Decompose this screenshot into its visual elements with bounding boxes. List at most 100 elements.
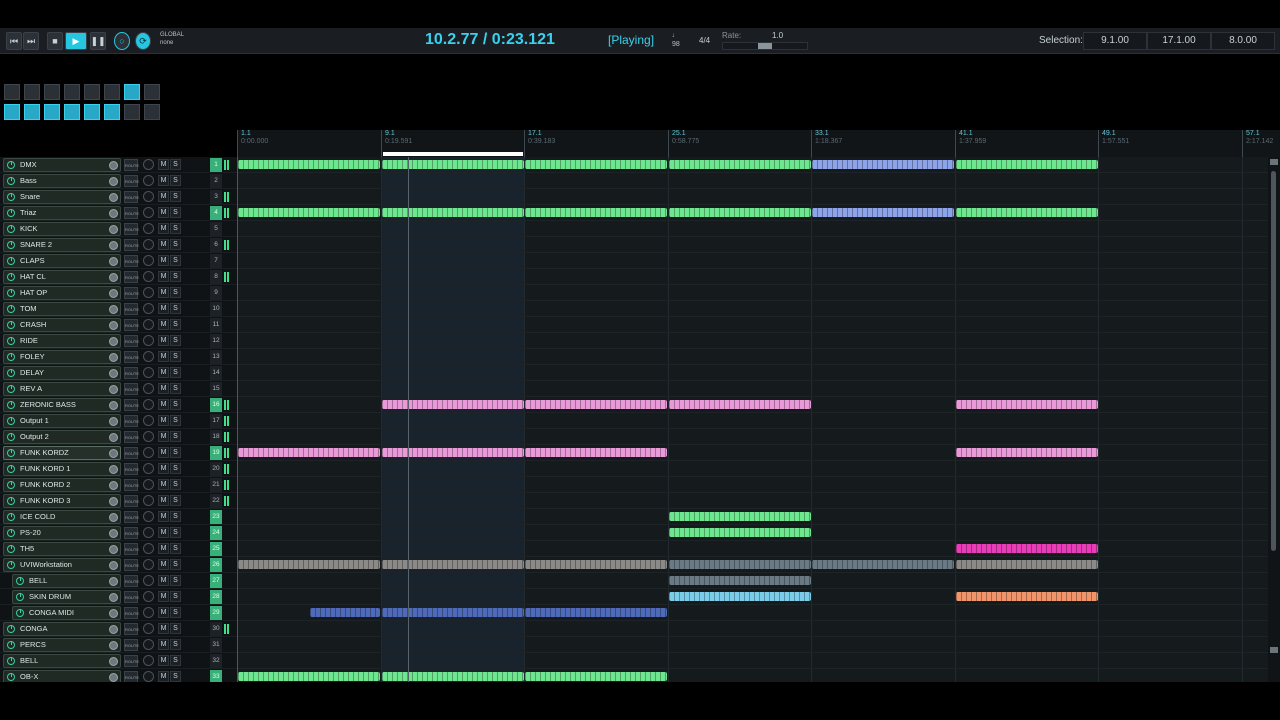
media-item[interactable] xyxy=(812,208,954,217)
power-icon[interactable] xyxy=(7,513,15,521)
power-icon[interactable] xyxy=(7,417,15,425)
track-header[interactable]: SNARE 2 ROUTE M S 6 xyxy=(0,237,237,253)
volume-knob[interactable] xyxy=(109,369,118,378)
track-name[interactable]: UVIWorkstation xyxy=(3,558,121,572)
media-item[interactable] xyxy=(956,400,1098,409)
blank-icon[interactable] xyxy=(144,84,160,100)
track-header[interactable]: RIDE ROUTE M S 12 xyxy=(0,333,237,349)
route-button[interactable]: ROUTE xyxy=(124,559,139,571)
volume-knob[interactable] xyxy=(109,241,118,250)
track-header[interactable]: FUNK KORD 3 ROUTE M S 22 xyxy=(0,493,237,509)
mute-button[interactable]: M xyxy=(158,511,169,522)
mute-button[interactable]: M xyxy=(158,399,169,410)
mute-button[interactable]: M xyxy=(158,479,169,490)
volume-knob[interactable] xyxy=(109,593,118,602)
media-item[interactable] xyxy=(956,544,1098,553)
power-icon[interactable] xyxy=(7,161,15,169)
solo-button[interactable]: S xyxy=(170,575,181,586)
route-button[interactable]: ROUTE xyxy=(124,671,139,682)
solo-button[interactable]: S xyxy=(170,415,181,426)
new-track-icon[interactable] xyxy=(4,84,20,100)
volume-knob[interactable] xyxy=(109,321,118,330)
track-lane[interactable] xyxy=(237,269,1268,285)
track-name[interactable]: HAT CL xyxy=(3,270,121,284)
track-lane[interactable] xyxy=(237,653,1268,669)
mute-button[interactable]: M xyxy=(158,447,169,458)
route-button[interactable]: ROUTE xyxy=(124,223,139,235)
track-name[interactable]: Output 1 xyxy=(3,414,121,428)
volume-knob[interactable] xyxy=(109,417,118,426)
lock-items-icon[interactable] xyxy=(124,104,140,120)
trim-icon[interactable] xyxy=(144,104,160,120)
track-header[interactable]: FOLEY ROUTE M S 13 xyxy=(0,349,237,365)
stop-button[interactable]: ■ xyxy=(47,32,63,50)
track-name[interactable]: RIDE xyxy=(3,334,121,348)
track-header[interactable]: FUNK KORD 1 ROUTE M S 20 xyxy=(0,461,237,477)
track-name[interactable]: FUNK KORD 2 xyxy=(3,478,121,492)
media-item[interactable] xyxy=(525,608,667,617)
route-button[interactable]: ROUTE xyxy=(124,527,139,539)
solo-button[interactable]: S xyxy=(170,175,181,186)
pan-knob[interactable] xyxy=(143,207,154,218)
power-icon[interactable] xyxy=(7,353,15,361)
track-header[interactable]: Output 1 ROUTE M S 17 xyxy=(0,413,237,429)
route-button[interactable]: ROUTE xyxy=(124,255,139,267)
media-item[interactable] xyxy=(525,208,667,217)
solo-button[interactable]: S xyxy=(170,303,181,314)
volume-knob[interactable] xyxy=(109,289,118,298)
solo-button[interactable]: S xyxy=(170,527,181,538)
pan-knob[interactable] xyxy=(143,399,154,410)
track-name[interactable]: BELL xyxy=(12,574,121,588)
route-button[interactable]: ROUTE xyxy=(124,463,139,475)
power-icon[interactable] xyxy=(16,577,24,585)
volume-knob[interactable] xyxy=(109,449,118,458)
solo-button[interactable]: S xyxy=(170,159,181,170)
ripple-icon[interactable] xyxy=(24,104,40,120)
volume-knob[interactable] xyxy=(109,609,118,618)
solo-button[interactable]: S xyxy=(170,255,181,266)
media-item[interactable] xyxy=(525,672,667,681)
track-header[interactable]: PS-20 ROUTE M S 24 xyxy=(0,525,237,541)
media-item[interactable] xyxy=(382,448,524,457)
track-lane[interactable] xyxy=(237,333,1268,349)
track-header[interactable]: Triaz ROUTE M S 4 xyxy=(0,205,237,221)
track-name[interactable]: FUNK KORD 1 xyxy=(3,462,121,476)
volume-knob[interactable] xyxy=(109,497,118,506)
media-item[interactable] xyxy=(956,160,1098,169)
selection-end[interactable]: 17.1.00 xyxy=(1147,32,1211,50)
route-button[interactable]: ROUTE xyxy=(124,607,139,619)
mute-button[interactable]: M xyxy=(158,239,169,250)
pan-knob[interactable] xyxy=(143,191,154,202)
volume-knob[interactable] xyxy=(109,385,118,394)
media-item[interactable] xyxy=(310,608,380,617)
route-button[interactable]: ROUTE xyxy=(124,623,139,635)
route-button[interactable]: ROUTE xyxy=(124,415,139,427)
track-lane[interactable] xyxy=(237,621,1268,637)
media-item[interactable] xyxy=(669,576,811,585)
track-lane[interactable] xyxy=(237,237,1268,253)
solo-button[interactable]: S xyxy=(170,431,181,442)
route-button[interactable]: ROUTE xyxy=(124,575,139,587)
solo-button[interactable]: S xyxy=(170,335,181,346)
solo-button[interactable]: S xyxy=(170,191,181,202)
mute-button[interactable]: M xyxy=(158,671,169,682)
mute-button[interactable]: M xyxy=(158,319,169,330)
volume-knob[interactable] xyxy=(109,641,118,650)
power-icon[interactable] xyxy=(7,305,15,313)
track-name[interactable]: ZERONIC BASS xyxy=(3,398,121,412)
volume-knob[interactable] xyxy=(109,161,118,170)
route-button[interactable]: ROUTE xyxy=(124,591,139,603)
power-icon[interactable] xyxy=(7,225,15,233)
volume-knob[interactable] xyxy=(109,193,118,202)
solo-button[interactable]: S xyxy=(170,463,181,474)
track-header[interactable]: DELAY ROUTE M S 14 xyxy=(0,365,237,381)
playrate-control[interactable]: Rate: 1.0 xyxy=(720,30,810,52)
mute-button[interactable]: M xyxy=(158,271,169,282)
pan-knob[interactable] xyxy=(143,543,154,554)
route-button[interactable]: ROUTE xyxy=(124,479,139,491)
track-header[interactable]: ZERONIC BASS ROUTE M S 16 xyxy=(0,397,237,413)
mute-button[interactable]: M xyxy=(158,207,169,218)
go-to-end-button[interactable]: ⏭ xyxy=(23,32,39,50)
media-item[interactable] xyxy=(956,592,1098,601)
pan-knob[interactable] xyxy=(143,511,154,522)
